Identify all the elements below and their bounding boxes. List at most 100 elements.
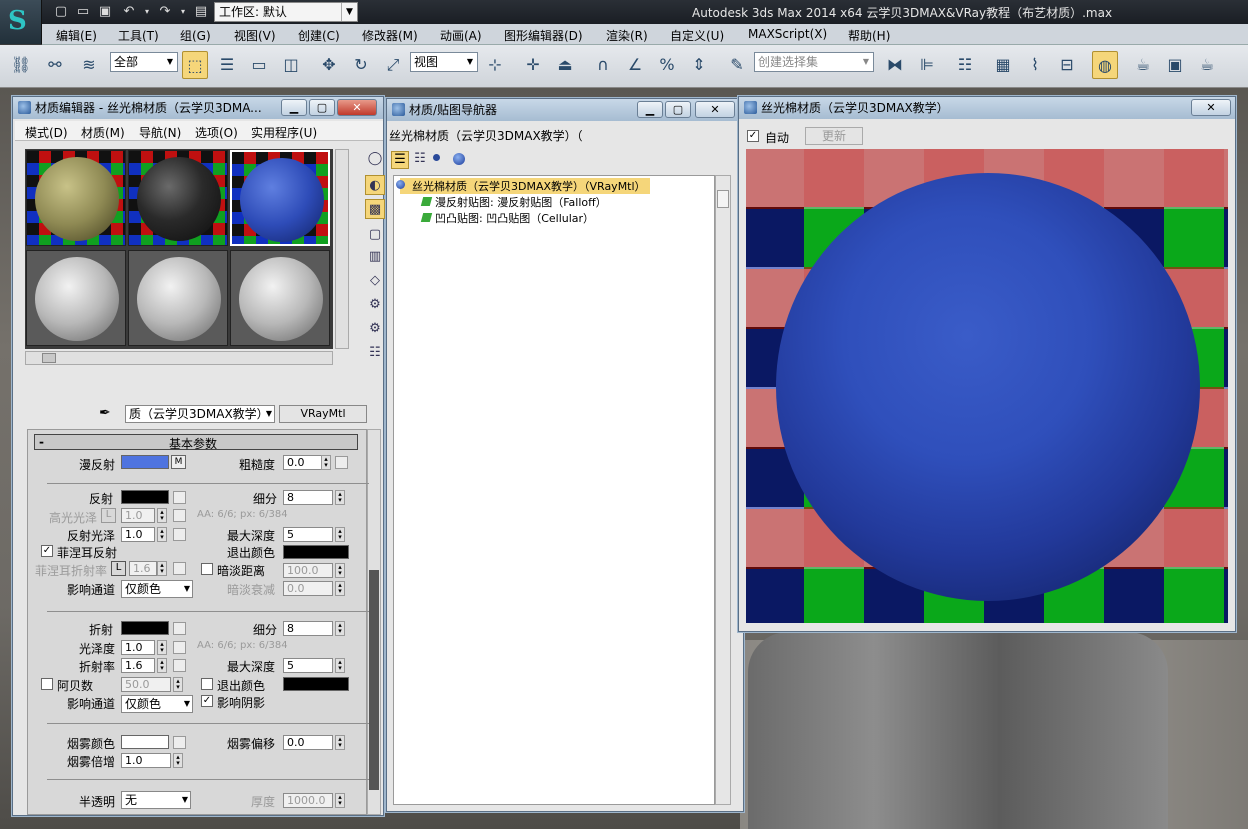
dim-distance-spinner[interactable]: ▴ ▾ [335,563,345,578]
refr-exit-color-checkbox[interactable] [201,678,213,690]
close-button[interactable]: ✕ [337,99,377,116]
ior-map-button[interactable] [173,659,186,672]
named-selection-dropdown[interactable]: 创建选择集 ▼ [754,52,874,72]
affect-shadows-checkbox[interactable]: ✓ [201,695,213,707]
hilight-lock-button[interactable]: L [101,508,116,523]
refract-map-button[interactable] [173,622,186,635]
minimize-button[interactable]: ▁ [281,99,307,116]
selection-filter-dropdown[interactable]: 全部 ▼ [110,52,178,72]
close-button[interactable]: ✕ [1191,99,1231,116]
sample-type-icon[interactable]: ◯ [365,149,385,169]
refr-subdivs-spinner[interactable]: ▴ ▾ [335,621,345,636]
material-name-field[interactable]: 质（云学贝3DMAX教学） ▼ [125,405,275,423]
snap-3d-icon[interactable]: ∩ [590,51,616,79]
sample-uv-tiling-icon[interactable]: ▢ [365,225,385,245]
save-icon[interactable]: ▣ [96,3,114,20]
refl-max-depth-spinner[interactable]: ▴ ▾ [335,527,345,542]
select-by-material-icon[interactable]: ⚙ [365,319,385,339]
refl-gloss-input[interactable]: 1.0 [121,527,155,542]
reflect-color-swatch[interactable] [121,490,169,504]
sample-slot-5[interactable] [128,250,228,346]
mirror-icon[interactable]: ⧓ [882,51,908,79]
hilight-gloss-map-button[interactable] [173,509,186,522]
select-object-icon[interactable]: ⬚ [182,51,208,79]
eyedropper-icon[interactable]: ✒ [99,405,111,421]
edit-named-selection-icon[interactable]: ✎ [724,51,750,79]
sample-slot-1[interactable] [26,150,126,246]
refl-subdivs-input[interactable]: 8 [283,490,333,505]
select-by-name-icon[interactable]: ☰ [214,51,240,79]
sample-slots-vscrollbar[interactable] [335,149,349,349]
tree-node-root[interactable]: 丝光棉材质（云学贝3DMAX教学）（VRayMtl） [396,178,650,194]
new-file-icon[interactable]: ▢ [52,3,70,20]
graphite-tools-icon[interactable]: ▦ [990,51,1016,79]
menu-help[interactable]: 帮助(H) [848,27,890,44]
refr-affect-channels-dropdown[interactable]: 仅颜色 ▼ [121,695,193,713]
view-small-icons-icon[interactable] [433,154,440,161]
undo-dropdown-icon[interactable]: ▾ [138,3,156,20]
pivot-center-icon[interactable]: ⊹ [482,51,508,79]
ior-spinner[interactable]: ▴ ▾ [157,658,167,673]
auto-update-checkbox[interactable]: ✓ [747,130,759,142]
menu-tools[interactable]: 工具(T) [118,27,159,44]
refl-subdivs-spinner[interactable]: ▴ ▾ [335,490,345,505]
sample-slot-3-active[interactable] [230,150,330,246]
video-color-check-icon[interactable]: ▥ [365,247,385,267]
sample-slot-2[interactable] [128,150,228,246]
tree-node-diffuse-map[interactable]: 漫反射贴图: 漫反射贴图（Falloff） [420,194,607,210]
fresnel-ior-map-button[interactable] [173,562,186,575]
dim-distance-checkbox[interactable] [201,563,213,575]
rect-selection-icon[interactable]: ▭ [246,51,272,79]
menu-animation[interactable]: 动画(A) [440,27,482,44]
fresnel-lock-button[interactable]: L [111,561,126,576]
refl-affect-channels-dropdown[interactable]: 仅颜色 ▼ [121,580,193,598]
fog-color-map-button[interactable] [173,736,186,749]
layer-manager-icon[interactable]: ☷ [952,51,978,79]
roughness-spinner[interactable]: ▴ ▾ [321,455,331,470]
ref-coord-dropdown[interactable]: 视图 ▼ [410,52,478,72]
abbe-input[interactable]: 50.0 [121,677,171,692]
menu-views[interactable]: 视图(V) [234,27,276,44]
make-preview-icon[interactable]: ◇ [365,271,385,291]
select-manipulate-icon[interactable]: ✛ [520,51,546,79]
ior-input[interactable]: 1.6 [121,658,155,673]
rotate-icon[interactable]: ↻ [348,51,374,79]
align-icon[interactable]: ⊫ [914,51,940,79]
refl-gloss-spinner[interactable]: ▴ ▾ [157,527,167,542]
render-production-icon[interactable]: ☕ [1194,51,1220,79]
refr-gloss-map-button[interactable] [173,641,186,654]
fog-bias-input[interactable]: 0.0 [283,735,333,750]
reflect-map-button[interactable] [173,491,186,504]
undo-icon[interactable]: ↶ [120,3,138,20]
diffuse-color-swatch[interactable] [121,455,169,469]
material-type-button[interactable]: VRayMtl [279,405,367,423]
dim-falloff-spinner[interactable]: ▴ ▾ [335,581,345,596]
menu-graph-editors[interactable]: 图形编辑器(D) [504,27,583,44]
link-icon[interactable]: ⛓ [8,51,34,79]
menu-utilities[interactable]: 实用程序(U) [251,124,317,141]
menu-modes[interactable]: 模式(D) [25,124,68,141]
menu-modifiers[interactable]: 修改器(M) [362,27,418,44]
fog-color-swatch[interactable] [121,735,169,749]
menu-edit[interactable]: 编辑(E) [56,27,97,44]
project-folder-icon[interactable]: ▤ [192,3,210,20]
refr-max-depth-spinner[interactable]: ▴ ▾ [335,658,345,673]
open-file-icon[interactable]: ▭ [74,3,92,20]
minimize-button[interactable]: ▁ [637,101,663,118]
move-icon[interactable]: ✥ [316,51,342,79]
diffuse-map-button[interactable]: M [171,455,186,469]
angle-snap-icon[interactable]: ∠ [622,51,648,79]
material-editor-icon[interactable]: ◍ [1092,51,1118,79]
tree-node-bump-map[interactable]: 凹凸贴图: 凹凸贴图（Cellular） [420,210,594,226]
fresnel-checkbox[interactable]: ✓ [41,545,53,557]
dim-falloff-input[interactable]: 0.0 [283,581,333,596]
workspace-dropdown[interactable]: 工作区: 默认 ▼ [214,2,358,22]
curve-editor-icon[interactable]: ⌇ [1022,51,1048,79]
backlight-icon[interactable]: ◐ [365,175,385,195]
bind-space-warp-icon[interactable]: ≋ [76,51,102,79]
menu-material[interactable]: 材质(M) [81,124,125,141]
window-crossing-icon[interactable]: ◫ [278,51,304,79]
scroll-thumb[interactable] [717,190,729,208]
thickness-input[interactable]: 1000.0 [283,793,333,808]
close-button[interactable]: ✕ [695,101,735,118]
